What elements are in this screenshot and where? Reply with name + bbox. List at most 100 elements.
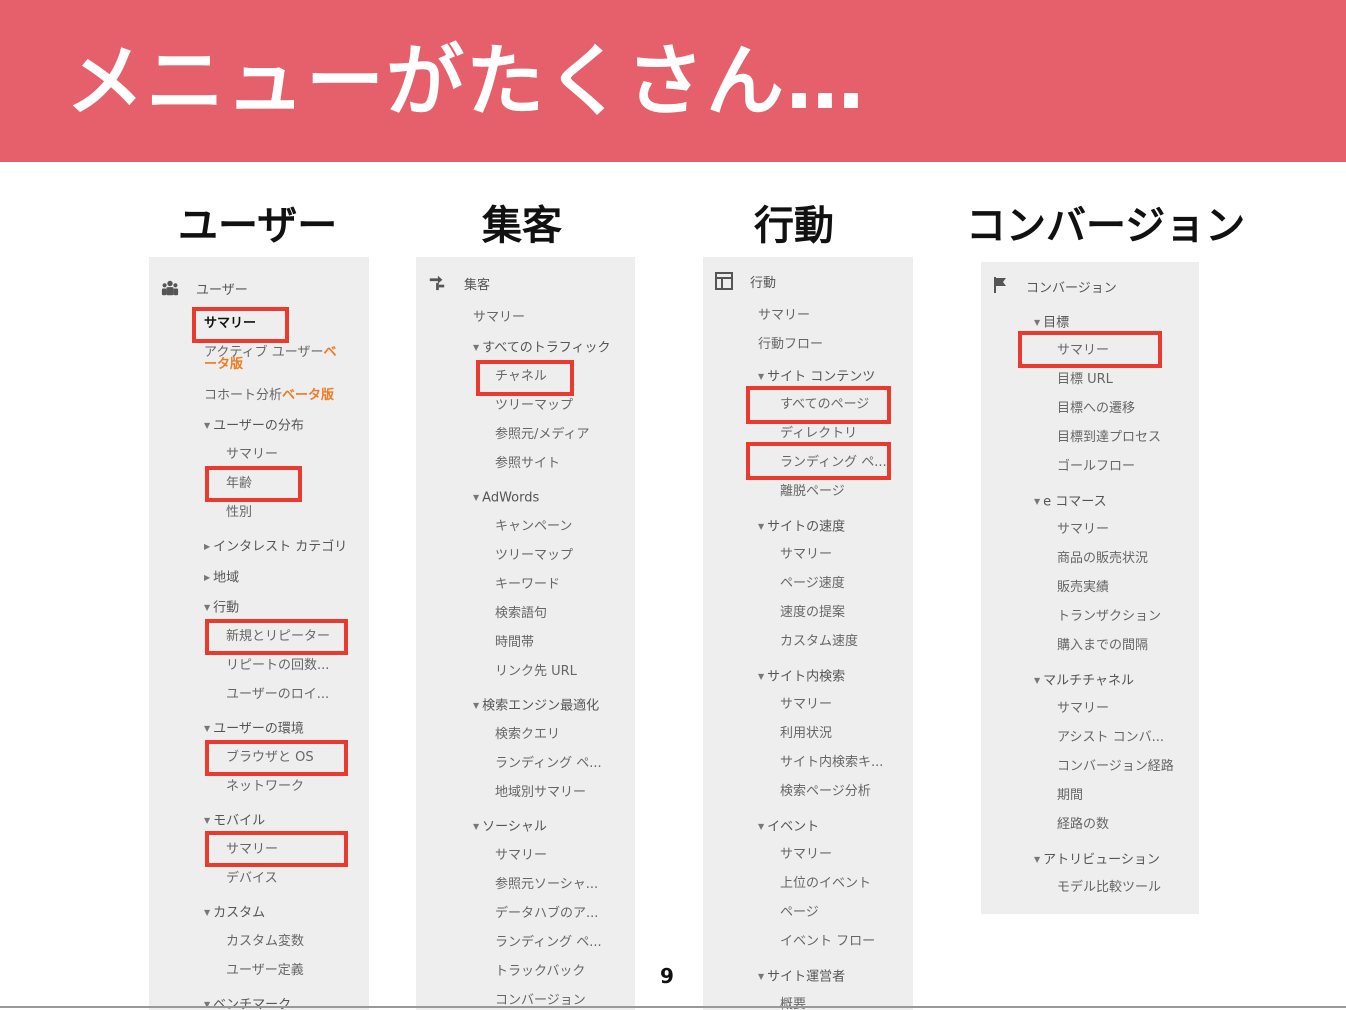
menu-item-acq-summary[interactable]: サマリー xyxy=(473,310,525,326)
menu-item-network[interactable]: ネットワーク xyxy=(226,779,304,795)
menu-item-data-hub[interactable]: データハブのア... xyxy=(495,906,598,922)
menu-section-demographics[interactable]: ▼ ユーザーの分布 xyxy=(204,418,304,435)
menu-item-destination-url[interactable]: リンク先 URL xyxy=(495,664,577,680)
menu-item-treemap[interactable]: ツリーマップ xyxy=(495,398,573,414)
menu-item-trackbacks[interactable]: トラックバック xyxy=(495,964,585,980)
menu-item-search-usage[interactable]: 利用状況 xyxy=(780,726,832,742)
menu-section-benchmark[interactable]: ▼ ベンチマーク xyxy=(204,997,291,1010)
menu-item-speed-suggestions[interactable]: 速度の提案 xyxy=(780,605,845,621)
menu-item-transactions[interactable]: トランザクション xyxy=(1057,609,1161,625)
menu-section-ecommerce[interactable]: ▼ e コマース xyxy=(1034,494,1107,511)
menu-item-top-events[interactable]: 上位のイベント xyxy=(780,876,871,892)
menu-item-events-summary[interactable]: サマリー xyxy=(780,847,832,863)
triangle-down-icon: ▼ xyxy=(758,522,765,531)
menu-item-devices[interactable]: デバイス xyxy=(226,871,278,887)
section-label: マルチチャネル xyxy=(1043,673,1135,689)
menu-item-engagement[interactable]: ユーザーのロイ... xyxy=(226,687,329,703)
menu-item-custom-variables[interactable]: カスタム変数 xyxy=(226,934,304,950)
menu-item-network-referrals[interactable]: 参照元ソーシャ... xyxy=(495,877,598,893)
menu-section-mobile[interactable]: ▼ モバイル xyxy=(204,813,265,830)
menu-section-technology[interactable]: ▼ ユーザーの環境 xyxy=(204,721,304,738)
acquisition-menu-header[interactable]: 集客 xyxy=(416,257,635,297)
menu-item-cohort-analysis[interactable]: コホート分析ベータ版 xyxy=(204,388,334,404)
menu-item-publisher-overview[interactable]: 概要 xyxy=(780,997,806,1010)
menu-item-source-medium[interactable]: 参照元/メディア xyxy=(495,427,589,443)
menu-section-behavior[interactable]: ▼ 行動 xyxy=(204,600,239,617)
menu-item-gender[interactable]: 性別 xyxy=(226,505,252,521)
menu-section-attribution[interactable]: ▼ アトリビューション xyxy=(1034,852,1160,869)
menu-section-interests[interactable]: ▶ インタレスト カテゴリ xyxy=(204,539,347,556)
menu-item-page-timings[interactable]: ページ速度 xyxy=(780,576,845,592)
menu-item-funnel[interactable]: 目標到達プロセス xyxy=(1057,430,1161,446)
highlight-box-age xyxy=(205,466,302,502)
menu-item-geo-summary[interactable]: 地域別サマリー xyxy=(495,785,586,801)
users-menu-header[interactable]: ユーザー xyxy=(149,257,369,298)
menu-item-user-defined[interactable]: ユーザー定義 xyxy=(226,963,304,979)
menu-item-sales-performance[interactable]: 販売実績 xyxy=(1057,580,1109,596)
triangle-down-icon: ▼ xyxy=(1034,318,1041,327)
menu-item-assisted-conversions[interactable]: アシスト コンバ... xyxy=(1057,730,1164,746)
page-number: 9 xyxy=(660,964,674,988)
menu-section-site-search[interactable]: ▼ サイト内検索 xyxy=(758,669,845,686)
menu-section-social[interactable]: ▼ ソーシャル xyxy=(473,819,547,836)
menu-item-model-comparison[interactable]: モデル比較ツール xyxy=(1057,880,1161,896)
menu-item-search-terms[interactable]: サイト内検索キ... xyxy=(780,755,883,771)
menu-section-goals[interactable]: ▼ 目標 xyxy=(1034,315,1069,332)
menu-item-content-drilldown[interactable]: ディレクトリ xyxy=(780,426,857,442)
menu-section-site-speed[interactable]: ▼ サイトの速度 xyxy=(758,519,845,536)
menu-item-social-summary[interactable]: サマリー xyxy=(495,848,547,864)
menu-section-publisher[interactable]: ▼ サイト運営者 xyxy=(758,969,845,986)
menu-item-seo-landing-pages[interactable]: ランディング ペ... xyxy=(495,756,602,772)
menu-item-social-landing-pages[interactable]: ランディング ペ... xyxy=(495,935,602,951)
menu-item-reverse-goal-path[interactable]: 目標への遷移 xyxy=(1057,401,1135,417)
section-label: AdWords xyxy=(482,490,540,506)
menu-item-hour-of-day[interactable]: 時間帯 xyxy=(495,635,534,651)
menu-item-ecommerce-summary[interactable]: サマリー xyxy=(1057,522,1109,538)
section-label: ユーザーの環境 xyxy=(213,721,304,737)
menu-section-all-traffic[interactable]: ▼ すべてのトラフィック xyxy=(473,340,610,357)
menu-item-user-timings[interactable]: カスタム速度 xyxy=(780,634,858,650)
menu-item-campaigns[interactable]: キャンペーン xyxy=(495,519,572,535)
menu-item-time-lag[interactable]: 期間 xyxy=(1057,788,1083,804)
menu-item-multichannel-summary[interactable]: サマリー xyxy=(1057,701,1109,717)
triangle-down-icon: ▼ xyxy=(473,343,480,352)
menu-item-top-conversion-paths[interactable]: コンバージョン経路 xyxy=(1057,759,1174,775)
menu-section-events[interactable]: ▼ イベント xyxy=(758,819,819,836)
menu-section-custom[interactable]: ▼ カスタム xyxy=(204,905,265,922)
section-label: 行動 xyxy=(213,600,240,616)
menu-section-multichannel[interactable]: ▼ マルチチャネル xyxy=(1034,673,1134,690)
menu-item-goal-flow[interactable]: ゴールフロー xyxy=(1057,459,1135,475)
menu-item-seo-queries[interactable]: 検索クエリ xyxy=(495,727,560,743)
menu-section-site-content[interactable]: ▼ サイト コンテンツ xyxy=(758,369,875,386)
menu-item-search-pages[interactable]: 検索ページ分析 xyxy=(780,784,871,800)
menu-item-referrals[interactable]: 参照サイト xyxy=(495,456,560,472)
menu-item-search-summary[interactable]: サマリー xyxy=(780,697,832,713)
menu-item-speed-summary[interactable]: サマリー xyxy=(780,547,832,563)
menu-item-search-queries[interactable]: 検索語句 xyxy=(495,606,547,622)
menu-item-events-flow[interactable]: イベント フロー xyxy=(780,934,875,950)
menu-section-geo[interactable]: ▶ 地域 xyxy=(204,570,239,587)
menu-item-keywords[interactable]: キーワード xyxy=(495,577,560,593)
conversion-menu-header[interactable]: コンバージョン xyxy=(981,262,1199,302)
menu-section-adwords[interactable]: ▼ AdWords xyxy=(473,490,539,507)
menu-section-seo[interactable]: ▼ 検索エンジン最適化 xyxy=(473,698,599,715)
behavior-menu-header[interactable]: 行動 xyxy=(703,257,913,297)
menu-item-path-length[interactable]: 経路の数 xyxy=(1057,817,1109,833)
triangle-down-icon: ▼ xyxy=(473,822,480,831)
menu-item-time-to-purchase[interactable]: 購入までの間隔 xyxy=(1057,638,1148,654)
menu-item-exit-pages[interactable]: 離脱ページ xyxy=(780,484,845,500)
behavior-menu-panel: 行動 サマリー 行動フロー ▼ サイト コンテンツ すべてのページ ディレクトリ … xyxy=(703,257,913,1010)
bottom-divider xyxy=(0,1006,1346,1008)
flag-icon xyxy=(994,277,1006,293)
menu-item-demographics-summary[interactable]: サマリー xyxy=(226,447,278,463)
menu-item-behavior-summary[interactable]: サマリー xyxy=(758,308,810,324)
menu-item-goal-urls[interactable]: 目標 URL xyxy=(1057,372,1113,388)
menu-item-behavior-flow[interactable]: 行動フロー xyxy=(758,337,823,353)
menu-item-frequency[interactable]: リピートの回数... xyxy=(226,658,329,674)
menu-item-event-pages[interactable]: ページ xyxy=(780,905,819,921)
triangle-right-icon: ▶ xyxy=(204,542,211,551)
menu-item-adwords-treemap[interactable]: ツリーマップ xyxy=(495,548,573,564)
triangle-down-icon: ▼ xyxy=(1034,497,1041,506)
menu-item-product-performance[interactable]: 商品の販売状況 xyxy=(1057,551,1148,567)
section-label: イベント xyxy=(767,819,820,835)
